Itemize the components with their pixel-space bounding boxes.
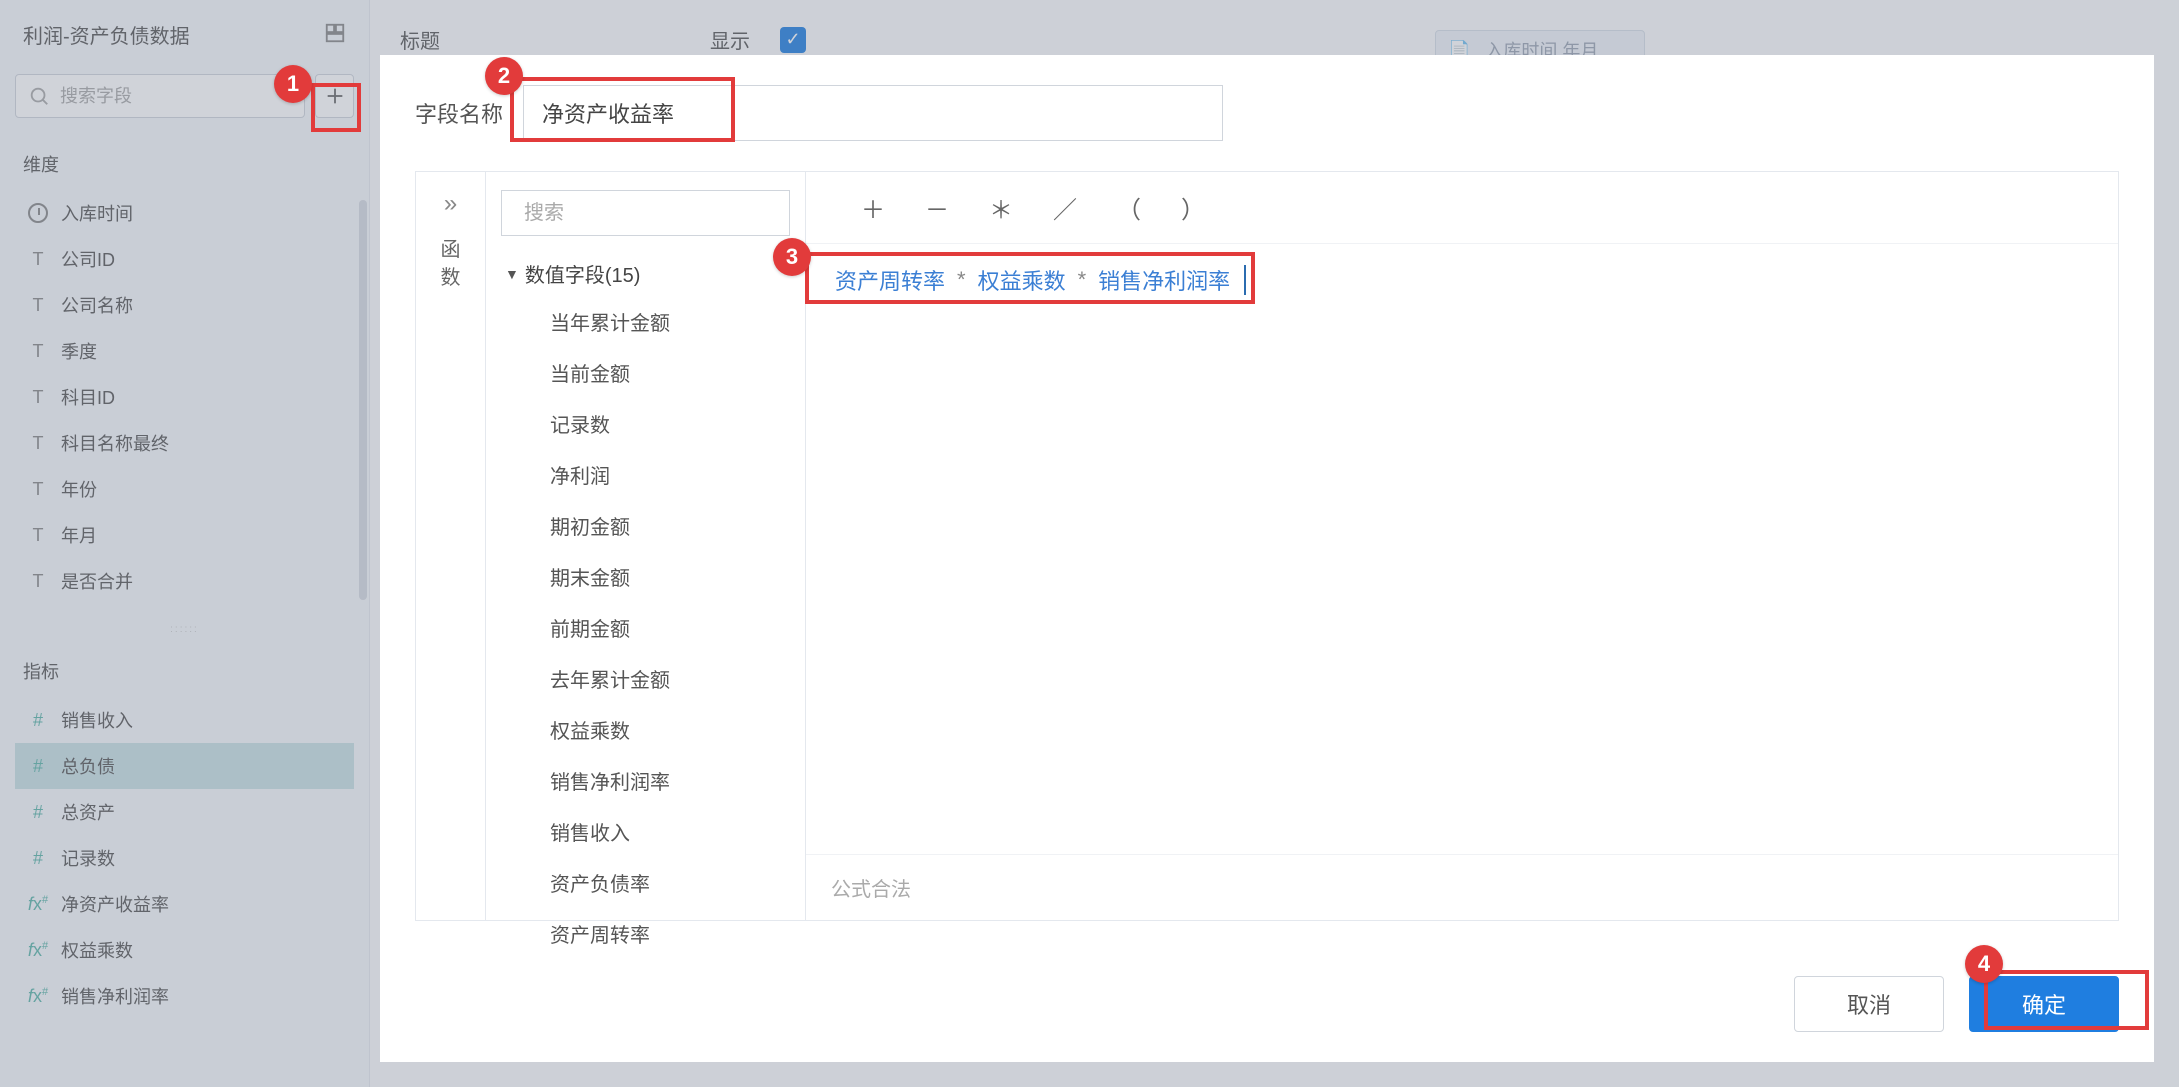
editor-area: » 函数 ▼ 数值字段(15) 当年累计金额当前金额记录数净利润期初金额期末金额… [415, 171, 2119, 921]
formula-editor[interactable]: 资产周转率 * 权益乘数 * 销售净利润率 [806, 244, 2118, 854]
tree-item[interactable]: 销售收入 [546, 806, 790, 857]
annotation-2: 2 [485, 57, 523, 95]
formula-tokens: 资产周转率 * 权益乘数 * 销售净利润率 [831, 262, 2093, 298]
tree-item[interactable]: 期初金额 [546, 500, 790, 551]
function-sidebar: » 函数 [416, 172, 486, 920]
annotation-4: 4 [1965, 945, 2003, 983]
text-cursor [1244, 265, 1246, 295]
field-name-label: 字段名称 [415, 97, 503, 129]
formula-status: 公式合法 [806, 854, 2118, 920]
operator-button[interactable]: － [925, 190, 949, 225]
tree-item[interactable]: 销售净利润率 [546, 755, 790, 806]
annotation-1: 1 [274, 65, 312, 103]
operator-button[interactable]: （ [1117, 190, 1141, 225]
formula-field-token: 资产周转率 [831, 262, 949, 298]
name-row: 字段名称 [380, 55, 2154, 161]
operator-button[interactable]: ＋ [861, 190, 885, 225]
operator-bar: ＋ － ＊ ／ （ ） [806, 172, 2118, 244]
formula-panel: ＋ － ＊ ／ （ ） 资产周转率 * 权益乘数 * 销售净利润率 公式合法 [806, 172, 2118, 920]
tree-header[interactable]: ▼ 数值字段(15) [501, 251, 790, 296]
modal-overlay: 字段名称 » 函数 ▼ 数值字段(15) 当年累计金额当 [0, 0, 2179, 1087]
panel-search-input[interactable] [524, 202, 789, 225]
collapse-icon[interactable]: » [444, 190, 457, 218]
tree-item[interactable]: 去年累计金额 [546, 653, 790, 704]
tree-item[interactable]: 记录数 [546, 398, 790, 449]
fields-panel: ▼ 数值字段(15) 当年累计金额当前金额记录数净利润期初金额期末金额前期金额去… [486, 172, 806, 920]
operator-button[interactable]: ） [1181, 190, 1205, 225]
function-label: 函数 [441, 236, 461, 292]
formula-field-token: 权益乘数 [974, 262, 1070, 298]
caret-down-icon: ▼ [505, 266, 519, 282]
operator-button[interactable]: ＊ [989, 190, 1013, 225]
tree-item[interactable]: 期末金额 [546, 551, 790, 602]
tree-header-label: 数值字段(15) [525, 259, 641, 288]
tree-item[interactable]: 当年累计金额 [546, 296, 790, 347]
tree-item[interactable]: 资产负债率 [546, 857, 790, 908]
formula-field-token: 销售净利润率 [1094, 262, 1234, 298]
tree-item[interactable]: 前期金额 [546, 602, 790, 653]
tree-list: 当年累计金额当前金额记录数净利润期初金额期末金额前期金额去年累计金额权益乘数销售… [501, 296, 790, 959]
calculated-field-modal: 字段名称 » 函数 ▼ 数值字段(15) 当年累计金额当 [380, 55, 2154, 1062]
field-name-input[interactable] [523, 85, 1223, 141]
tree-item[interactable]: 资产周转率 [546, 908, 790, 959]
modal-buttons: 取消 确定 [1794, 976, 2119, 1032]
formula-operator: * [1078, 267, 1087, 293]
formula-operator: * [957, 267, 966, 293]
confirm-button[interactable]: 确定 [1969, 976, 2119, 1032]
cancel-button[interactable]: 取消 [1794, 976, 1944, 1032]
annotation-3: 3 [773, 238, 811, 276]
tree-item[interactable]: 权益乘数 [546, 704, 790, 755]
panel-search-box[interactable] [501, 190, 790, 236]
tree-item[interactable]: 当前金额 [546, 347, 790, 398]
operator-button[interactable]: ／ [1053, 190, 1077, 225]
tree-item[interactable]: 净利润 [546, 449, 790, 500]
